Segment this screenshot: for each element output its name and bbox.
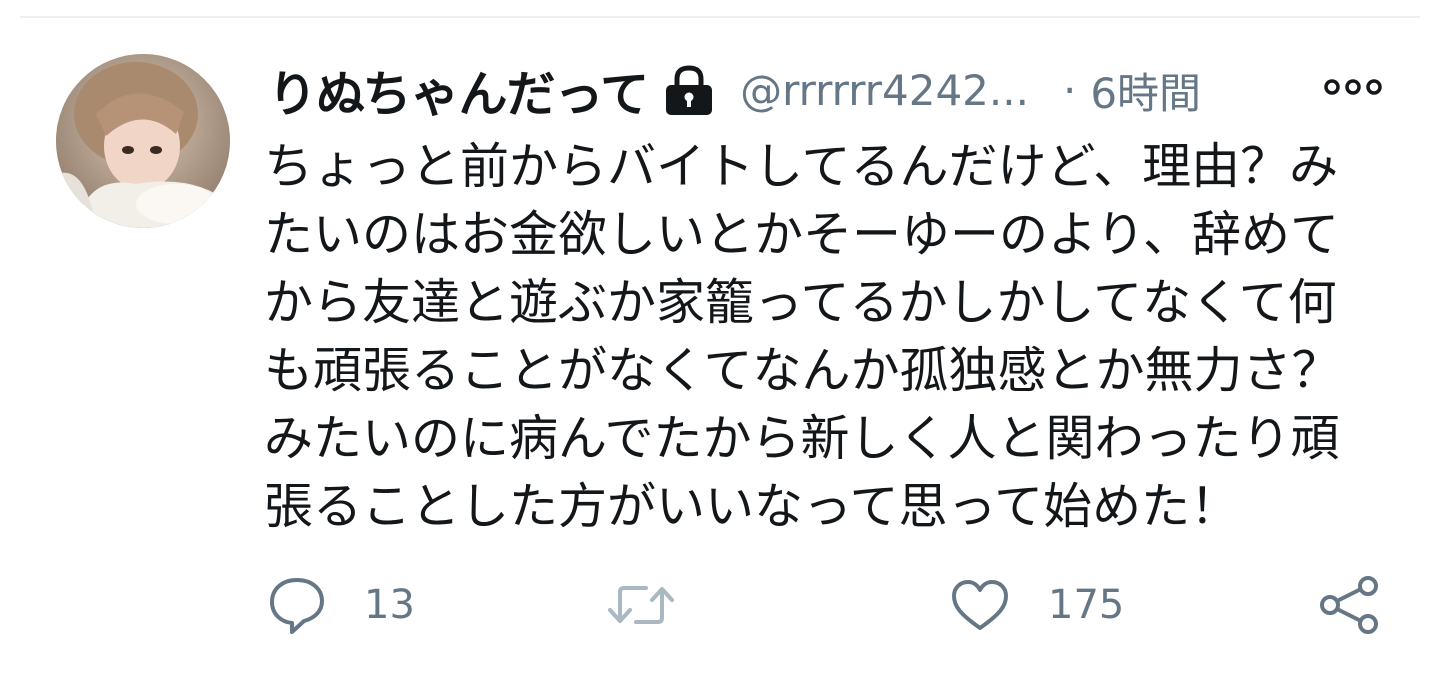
tweet-text-line: から友達と遊ぶか家籠ってるかしかしてなくて何 — [264, 274, 1337, 331]
tweet-text-line: ちょっと前からバイトしてるんだけど、理由？み — [264, 138, 1339, 195]
retweet-icon — [606, 580, 676, 630]
reply-button[interactable]: 13 — [268, 572, 415, 638]
lock-icon — [660, 61, 718, 119]
like-button[interactable]: 175 — [950, 572, 1124, 638]
heart-icon — [950, 578, 1010, 632]
more-options-icon[interactable] — [1324, 72, 1382, 102]
tweet-header: りぬちゃんだって @rrrrrr4242... · 6時間 — [268, 58, 1268, 123]
avatar[interactable] — [56, 54, 230, 228]
display-name[interactable]: りぬちゃんだって — [268, 55, 649, 126]
tweet[interactable]: りぬちゃんだって @rrrrrr4242... · 6時間 ちょっと前からバイト… — [0, 0, 1440, 673]
reply-count: 13 — [364, 582, 415, 628]
tweet-text-line: も頑張ることがなくてなんか孤独感とか無力さ？ — [264, 342, 1341, 399]
handle[interactable]: @rrrrrr4242... — [740, 66, 1029, 115]
tweet-text-line: たいのはお金欲しいとかそーゆーのより、辞めて — [264, 206, 1340, 263]
timestamp[interactable]: 6時間 — [1090, 60, 1201, 121]
tweet-text: ちょっと前からバイトしてるんだけど、理由？み たいのはお金欲しいとかそーゆーのよ… — [264, 133, 1374, 541]
share-button[interactable] — [1318, 572, 1382, 638]
tweet-text-line: 張ることした方がいいなって思って始めた！ — [264, 478, 1240, 535]
share-icon — [1318, 576, 1382, 634]
action-bar: 13 175 — [0, 572, 1440, 638]
like-count: 175 — [1048, 582, 1125, 628]
reply-icon — [268, 574, 326, 636]
retweet-button[interactable] — [606, 572, 676, 638]
separator-dot: · — [1062, 65, 1077, 115]
tweet-text-line: みたいのに病んでたから新しく人と関わったり頑 — [264, 410, 1340, 467]
